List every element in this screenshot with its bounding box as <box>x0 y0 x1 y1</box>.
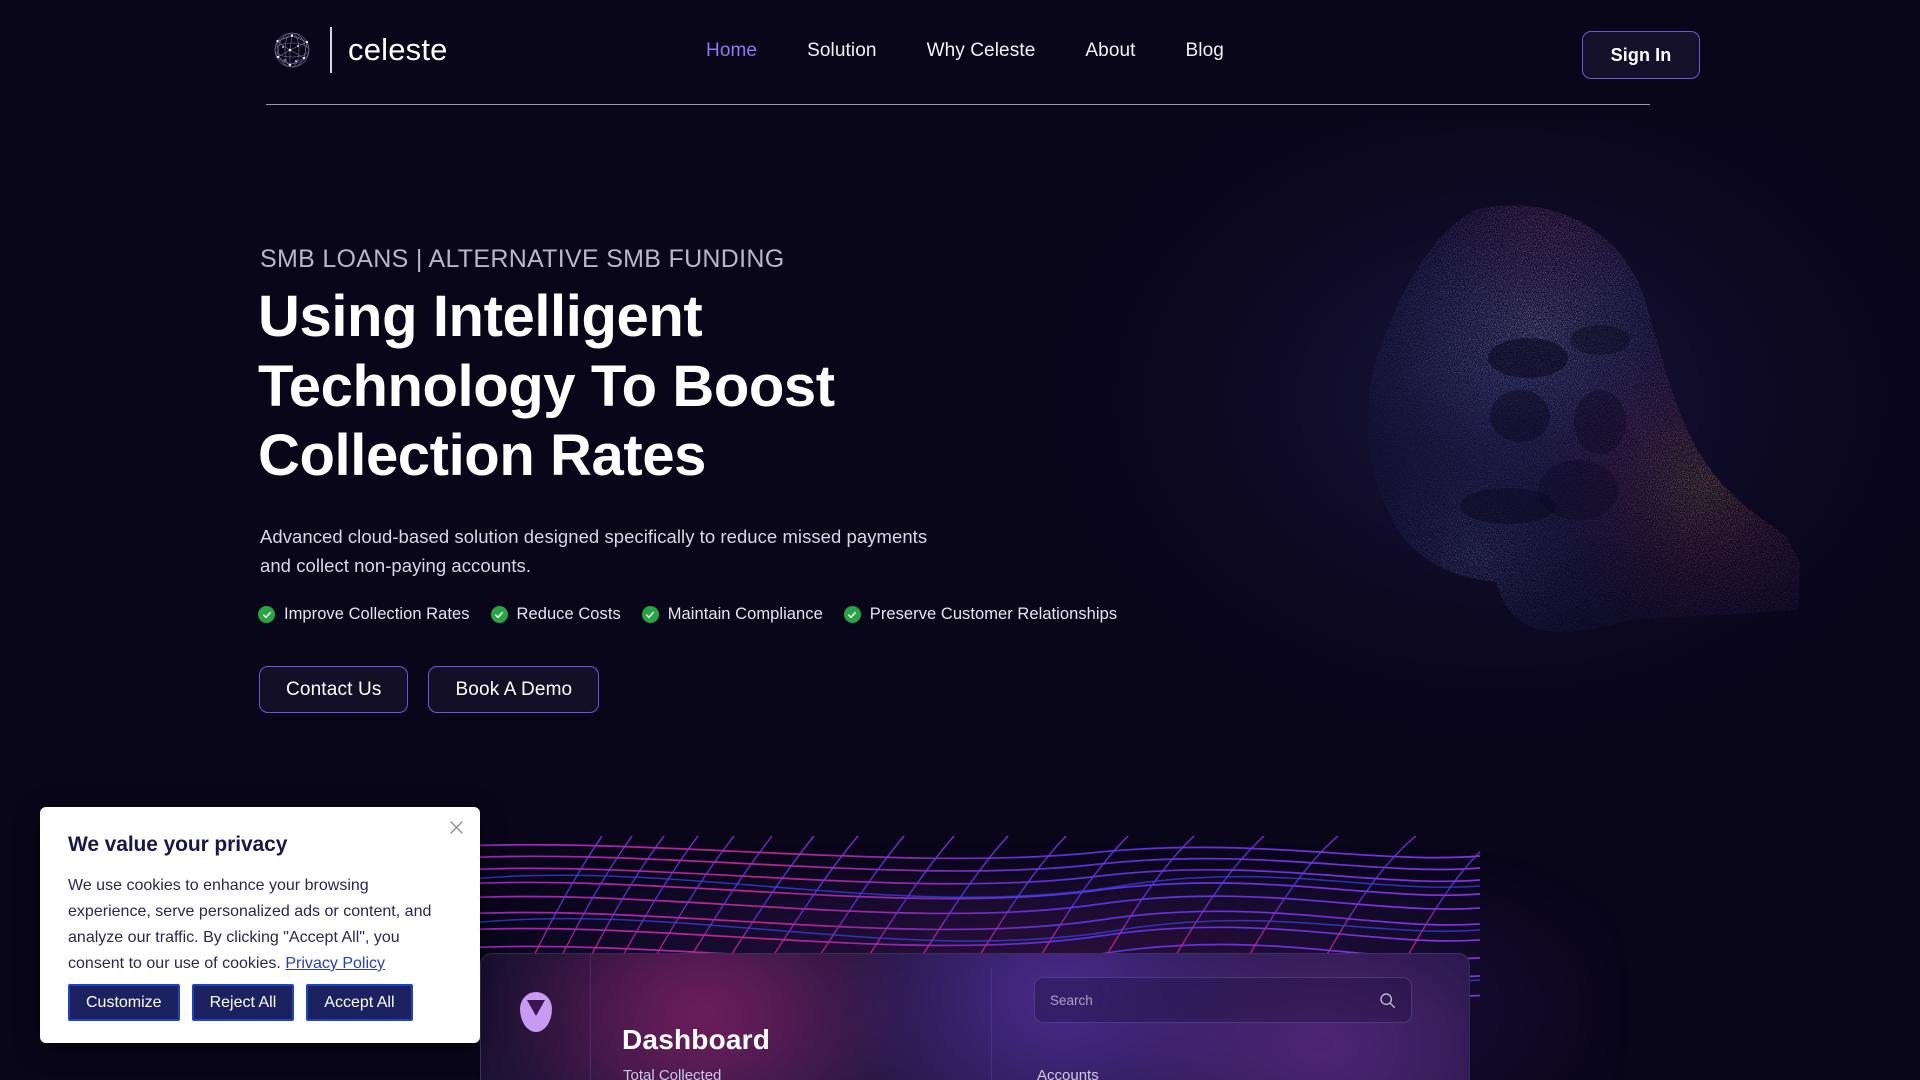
celeste-mark-icon <box>519 992 552 1032</box>
brand-name: celeste <box>348 32 448 67</box>
magnifier-icon[interactable] <box>1379 992 1396 1009</box>
hero-section: SMB LOANS | ALTERNATIVE SMB FUNDING Usin… <box>0 0 1920 880</box>
feature-item: Improve Collection Rates <box>258 605 470 624</box>
cookie-banner-title: We value your privacy <box>68 833 288 856</box>
dashboard-preview-card: Dashboard Total Collected Search Account… <box>480 953 1470 1080</box>
dashboard-metric-label: Total Collected <box>623 1067 722 1080</box>
header-divider <box>266 104 1650 106</box>
feature-item: Reduce Costs <box>490 605 621 624</box>
search-input[interactable]: Search <box>1034 977 1412 1023</box>
site-header: celeste Home Solution Why Celeste About … <box>0 0 1920 110</box>
nav-item-home[interactable]: Home <box>706 40 757 62</box>
check-circle-icon <box>258 606 275 623</box>
sign-in-button[interactable]: Sign In <box>1582 31 1700 79</box>
cookie-banner-actions: Customize Reject All Accept All <box>68 984 413 1021</box>
dashboard-secondary-label: Accounts <box>1037 1067 1099 1080</box>
nav-item-solution[interactable]: Solution <box>807 40 876 62</box>
hero-feature-list: Improve Collection Rates Reduce Costs Ma… <box>258 605 1117 624</box>
feature-item: Maintain Compliance <box>641 605 823 624</box>
cookie-banner-body: We use cookies to enhance your browsing … <box>68 873 452 977</box>
check-circle-icon <box>641 606 659 623</box>
close-icon[interactable] <box>446 817 466 837</box>
customize-cookies-button[interactable]: Customize <box>68 984 180 1021</box>
feature-label: Improve Collection Rates <box>284 605 470 623</box>
network-globe-icon <box>268 26 316 74</box>
hero-subtext: Advanced cloud-based solution designed s… <box>260 526 928 577</box>
dashboard-sidebar <box>481 954 591 1080</box>
nav-item-blog[interactable]: Blog <box>1186 40 1224 62</box>
page-title: Using Intelligent Technology To Boost Co… <box>258 284 835 489</box>
nav-item-why-celeste[interactable]: Why Celeste <box>927 40 1036 62</box>
search-placeholder: Search <box>1050 992 1093 1008</box>
particle-portrait-image <box>1300 190 1820 660</box>
feature-item: Preserve Customer Relationships <box>843 605 1118 624</box>
contact-us-button[interactable]: Contact Us <box>259 666 409 713</box>
dashboard-column-divider <box>991 968 992 1080</box>
page-root: celeste Home Solution Why Celeste About … <box>0 0 1920 1080</box>
book-a-demo-button[interactable]: Book A Demo <box>428 666 600 713</box>
privacy-policy-link[interactable]: Privacy Policy <box>285 955 385 972</box>
main-navigation: Home Solution Why Celeste About Blog <box>706 40 1224 62</box>
brand-logo[interactable]: celeste <box>268 26 448 74</box>
dashboard-title: Dashboard <box>622 1024 771 1055</box>
check-circle-icon <box>843 606 861 623</box>
cookie-consent-banner: We value your privacy We use cookies to … <box>40 807 480 1043</box>
feature-label: Preserve Customer Relationships <box>869 605 1118 623</box>
hero-eyebrow: SMB LOANS | ALTERNATIVE SMB FUNDING <box>260 245 785 273</box>
accept-all-cookies-button[interactable]: Accept All <box>306 984 413 1021</box>
nav-item-about[interactable]: About <box>1085 40 1135 62</box>
feature-label: Maintain Compliance <box>667 605 823 623</box>
hero-cta-row: Contact Us Book A Demo <box>259 666 600 713</box>
check-circle-icon <box>490 606 508 623</box>
reject-all-cookies-button[interactable]: Reject All <box>191 984 295 1021</box>
feature-label: Reduce Costs <box>516 605 621 623</box>
logo-divider <box>330 27 332 73</box>
